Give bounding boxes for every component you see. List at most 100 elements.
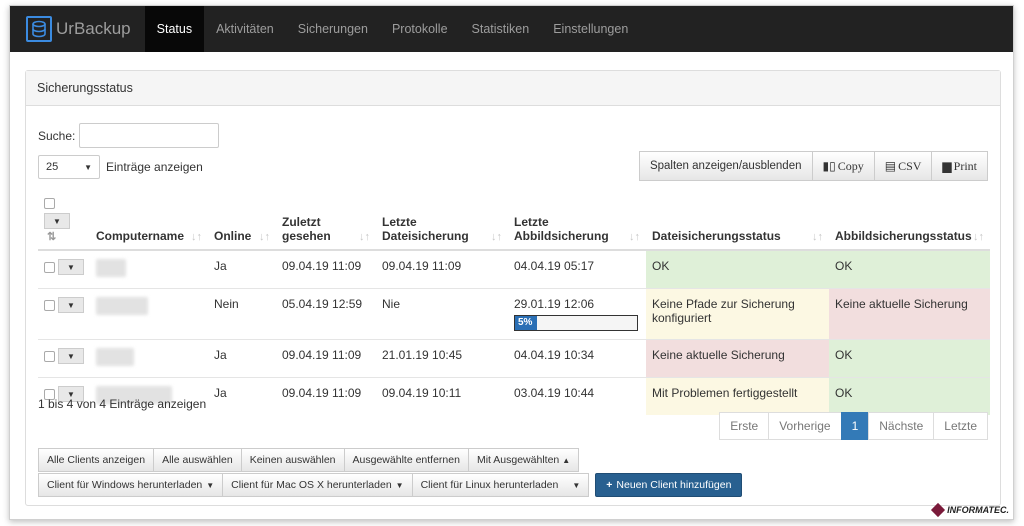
pagination: Erste Vorherige 1 Nächste Letzte xyxy=(719,412,988,440)
last-file-cell: Nie xyxy=(376,288,508,340)
last-seen-cell: 09.04.19 11:09 xyxy=(276,339,376,378)
print-button[interactable]: ▆ Print xyxy=(931,151,988,181)
computername-cell[interactable] xyxy=(90,249,208,289)
download-mac-dropdown[interactable]: Client für Mac OS X herunterladen ▼ xyxy=(222,473,413,497)
table-row[interactable]: ▼ Nein 05.04.19 12:59 Nie 29.01.19 12:06… xyxy=(38,288,990,340)
page-last[interactable]: Letzte xyxy=(933,412,988,440)
printer-icon: ▆ xyxy=(942,158,952,173)
app-window: UrBackup Status Aktivitäten Sicherungen … xyxy=(9,5,1014,520)
nav-activities[interactable]: Aktivitäten xyxy=(204,6,286,52)
computername-cell[interactable] xyxy=(90,288,208,340)
chevron-down-icon: ▼ xyxy=(84,162,92,172)
last-seen-cell: 05.04.19 12:59 xyxy=(276,288,376,340)
select-none-button[interactable]: Keinen auswählen xyxy=(240,448,345,472)
brand[interactable]: UrBackup xyxy=(26,6,131,52)
search-row: Suche: xyxy=(38,123,220,148)
print-label: Print xyxy=(953,158,977,173)
page-current[interactable]: 1 xyxy=(840,412,870,440)
row-action-dropdown[interactable]: ▼ xyxy=(58,348,84,364)
add-client-label: Neuen Client hinzufügen xyxy=(616,479,732,491)
last-seen-cell: 09.04.19 11:09 xyxy=(276,249,376,289)
last-seen-cell: 09.04.19 11:09 xyxy=(276,377,376,415)
add-client-button[interactable]: + Neuen Client hinzufügen xyxy=(595,473,743,497)
nav-backups[interactable]: Sicherungen xyxy=(286,6,380,52)
length-row: 25 ▼ Einträge anzeigen xyxy=(38,155,203,179)
download-linux-label: Client für Linux herunterladen xyxy=(420,479,559,491)
col-online[interactable]: Online ↓↑ xyxy=(208,190,276,251)
search-label: Suche: xyxy=(38,128,76,143)
col-image-status[interactable]: Abbildsicherungsstatus ↓↑ xyxy=(829,190,990,251)
download-linux-dropdown[interactable]: Client für Linux herunterladen ▼ xyxy=(411,473,590,497)
file-status-cell: Mit Problemen fertiggestellt xyxy=(646,377,829,415)
redacted-name xyxy=(96,348,134,366)
col-last-seen-label: Zuletzt gesehen xyxy=(282,215,331,243)
column-visibility-button[interactable]: Spalten anzeigen/ausblenden xyxy=(638,151,813,181)
row-action-dropdown[interactable]: ▼ xyxy=(58,297,84,313)
with-selected-dropdown[interactable]: Mit Ausgewählten ▲ xyxy=(467,448,580,472)
progress-label: 5% xyxy=(518,317,533,328)
last-image-cell: 03.04.19 10:44 xyxy=(508,377,646,415)
row-select-cell: ▼ xyxy=(38,249,90,289)
sort-asc-icon[interactable]: ⇅ xyxy=(47,231,56,243)
page-first[interactable]: Erste xyxy=(719,412,770,440)
row-checkbox[interactable] xyxy=(44,299,55,311)
image-status-cell: Keine aktuelle Sicherung xyxy=(829,288,990,340)
row-checkbox[interactable] xyxy=(44,350,55,362)
table-row[interactable]: ▼ Ja 09.04.19 11:09 21.01.19 10:45 04.04… xyxy=(38,339,990,378)
sort-icon: ↓↑ xyxy=(359,231,370,243)
sort-icon: ↓↑ xyxy=(491,231,502,243)
nav-logs[interactable]: Protokolle xyxy=(380,6,460,52)
watermark-text: INFORMATEC. xyxy=(947,505,1009,515)
table-info: 1 bis 4 von 4 Einträge anzeigen xyxy=(38,397,207,411)
sort-icon: ↓↑ xyxy=(973,231,984,243)
redacted-name xyxy=(96,297,148,315)
col-last-file[interactable]: Letzte Dateisicherung ↓↑ xyxy=(376,190,508,251)
watermark-logo: INFORMATEC. xyxy=(931,502,1009,518)
computername-cell[interactable] xyxy=(90,339,208,378)
col-last-seen[interactable]: Zuletzt gesehen ↓↑ xyxy=(276,190,376,251)
download-actions: Client für Windows herunterladen ▼ Clien… xyxy=(38,473,743,497)
select-all-checkbox[interactable] xyxy=(44,198,55,210)
show-all-clients-button[interactable]: Alle Clients anzeigen xyxy=(38,448,155,472)
sort-icon: ↓↑ xyxy=(812,231,823,243)
col-file-status[interactable]: Dateisicherungsstatus ↓↑ xyxy=(646,190,829,251)
search-input[interactable] xyxy=(79,123,220,148)
col-last-image[interactable]: Letzte Abbildsicherung ↓↑ xyxy=(508,190,646,251)
csv-button[interactable]: ▤ CSV xyxy=(873,151,933,181)
online-cell: Ja xyxy=(208,377,276,415)
copy-button[interactable]: ▮▯ Copy xyxy=(811,151,875,181)
select-all-button[interactable]: Alle auswählen xyxy=(153,448,242,472)
row-checkbox[interactable] xyxy=(44,261,55,273)
col-computername[interactable]: Computername ↓↑ xyxy=(90,190,208,251)
col-image-status-label: Abbildsicherungsstatus xyxy=(835,229,972,243)
selection-actions: Alle Clients anzeigen Alle auswählen Kei… xyxy=(38,448,580,472)
last-image-cell: 29.01.19 12:06 5% xyxy=(508,288,646,340)
online-cell: Ja xyxy=(208,249,276,289)
row-select-cell: ▼ xyxy=(38,288,90,340)
main-nav: Status Aktivitäten Sicherungen Protokoll… xyxy=(144,6,641,52)
table-toolbar: Spalten anzeigen/ausblenden ▮▯ Copy ▤ CS… xyxy=(638,151,988,181)
copy-label: Copy xyxy=(837,158,864,173)
select-dropdown[interactable]: ▼ xyxy=(44,213,70,229)
file-status-cell: Keine Pfade zur Sicherung konfiguriert xyxy=(646,288,829,340)
caret-up-icon: ▲ xyxy=(562,455,571,465)
page-prev[interactable]: Vorherige xyxy=(768,412,842,440)
nav-statistics[interactable]: Statistiken xyxy=(460,6,542,52)
table-row[interactable]: ▼ Ja 09.04.19 11:09 09.04.19 11:09 04.04… xyxy=(38,249,990,289)
page-length-label: Einträge anzeigen xyxy=(106,160,203,174)
select-header: ▼ ⇅ xyxy=(38,190,90,251)
row-action-dropdown[interactable]: ▼ xyxy=(58,259,84,275)
remove-selected-button[interactable]: Ausgewählte entfernen xyxy=(343,448,469,472)
page-next[interactable]: Nächste xyxy=(868,412,935,440)
image-status-cell: OK xyxy=(829,339,990,378)
brand-name: UrBackup xyxy=(56,19,131,38)
row-select-cell: ▼ xyxy=(38,339,90,378)
last-image-cell: 04.04.19 05:17 xyxy=(508,249,646,289)
last-image-value: 29.01.19 12:06 xyxy=(514,297,595,311)
csv-label: CSV xyxy=(898,158,922,173)
page-length-select[interactable]: 25 ▼ xyxy=(38,155,100,179)
download-windows-dropdown[interactable]: Client für Windows herunterladen ▼ xyxy=(38,473,224,497)
diamond-icon xyxy=(931,502,946,518)
nav-settings[interactable]: Einstellungen xyxy=(541,6,640,52)
nav-status[interactable]: Status xyxy=(144,6,205,52)
